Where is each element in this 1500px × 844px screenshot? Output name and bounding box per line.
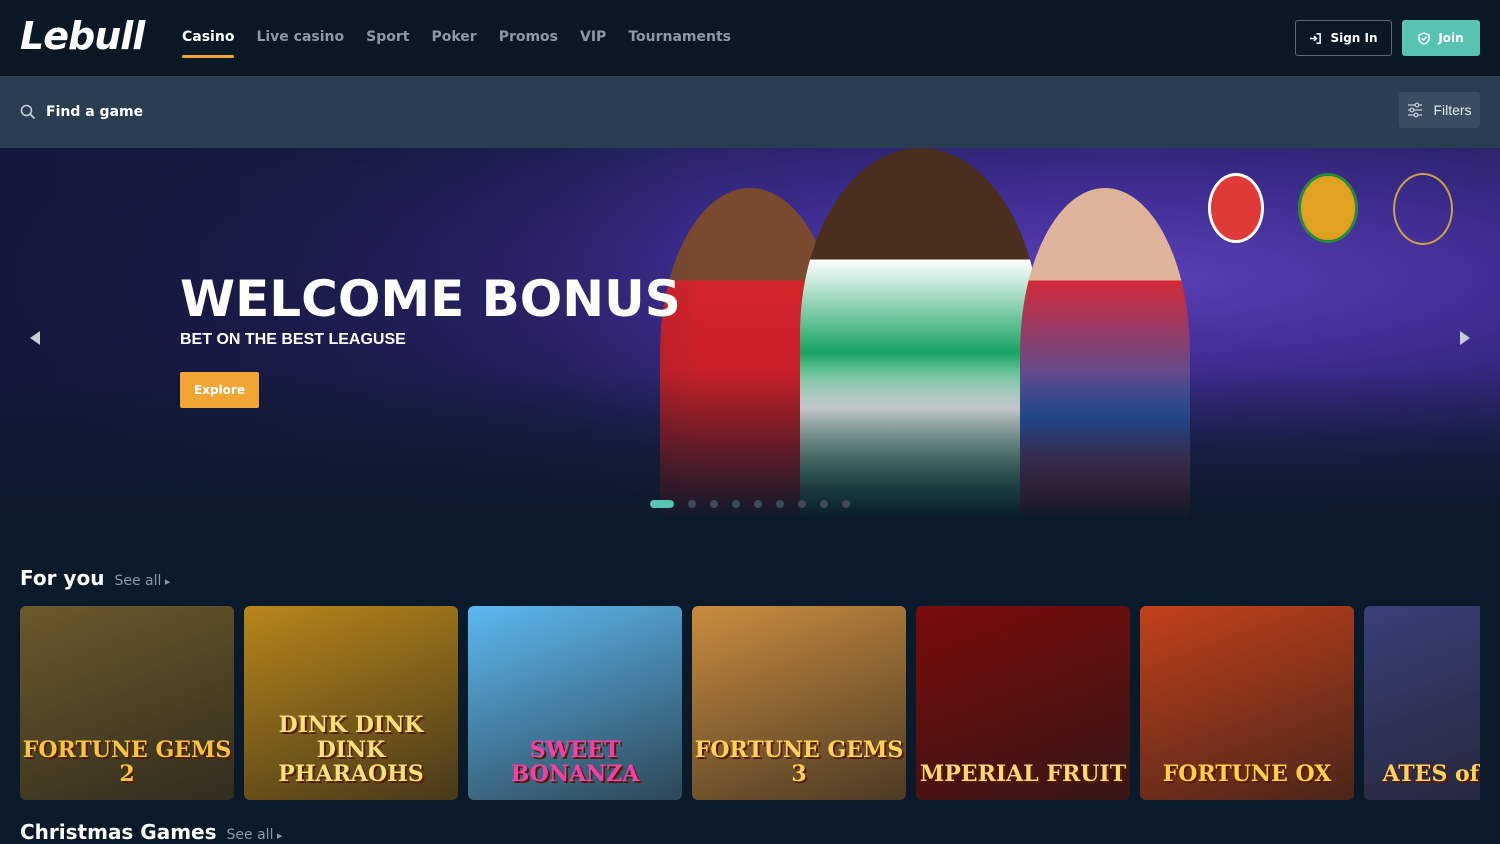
nav-sport[interactable]: Sport <box>366 0 409 76</box>
game-tile[interactable]: DINK DINK DINK PHARAOHS <box>244 606 458 800</box>
sign-in-icon <box>1310 32 1322 44</box>
join-button[interactable]: Join <box>1402 20 1480 56</box>
lebull-logo[interactable]: Lebull <box>20 14 145 58</box>
game-title: FORTUNE GEMS 2 <box>22 736 232 787</box>
game-tile[interactable]: MPERIAL FRUIT <box>916 606 1130 800</box>
filters-label: Filters <box>1433 102 1472 118</box>
shield-icon <box>1418 31 1431 45</box>
section-for-you-header: For you See all <box>20 566 170 590</box>
see-all-link[interactable]: See all <box>227 827 283 843</box>
sign-in-label: Sign In <box>1330 31 1378 45</box>
carousel-dot[interactable] <box>754 500 762 508</box>
game-title: ATES of O 100 <box>1382 760 1480 787</box>
game-search-input[interactable] <box>46 100 446 124</box>
search-icon <box>20 104 36 120</box>
carousel-prev-icon[interactable] <box>28 330 42 346</box>
game-title: DINK DINK DINK PHARAOHS <box>278 712 424 787</box>
carousel-dot[interactable] <box>688 500 696 508</box>
carousel-dot[interactable] <box>820 500 828 508</box>
see-all-link[interactable]: See all <box>114 573 170 589</box>
game-tile[interactable]: FORTUNE OX <box>1140 606 1354 800</box>
carousel-dot[interactable] <box>732 500 740 508</box>
game-tile[interactable]: FORTUNE GEMS 2 <box>20 606 234 800</box>
nav-tournaments[interactable]: Tournaments <box>628 0 731 76</box>
explore-button[interactable]: Explore <box>180 372 259 408</box>
carousel-next-icon[interactable] <box>1458 330 1472 346</box>
top-header: Lebull Casino Live casino Sport Poker Pr… <box>0 0 1500 76</box>
game-title: MPERIAL FRUIT <box>919 760 1127 787</box>
carousel-dot[interactable] <box>710 500 718 508</box>
game-title: SWEET BONANZA <box>510 736 640 787</box>
sign-in-button[interactable]: Sign In <box>1295 20 1392 56</box>
game-title: FORTUNE GEMS 3 <box>694 736 904 787</box>
game-tile[interactable]: SWEET BONANZA <box>468 606 682 800</box>
section-title: Christmas Games <box>20 820 217 844</box>
nav-promos[interactable]: Promos <box>499 0 558 76</box>
nav-poker[interactable]: Poker <box>431 0 476 76</box>
hero-title: WELCOME BONUS <box>180 270 681 328</box>
main-nav: Casino Live casino Sport Poker Promos VI… <box>182 0 731 76</box>
game-tile[interactable]: ATES of O 100 <box>1364 606 1480 800</box>
games-row: FORTUNE GEMS 2 DINK DINK DINK PHARAOHS SWE… <box>20 606 1480 800</box>
carousel-dot[interactable] <box>798 500 806 508</box>
game-title: FORTUNE OX <box>1162 760 1332 787</box>
section-christmas-header: Christmas Games See all <box>20 820 282 844</box>
carousel-dot[interactable] <box>650 500 674 508</box>
hero-subtitle: BET ON THE BEST LEAGUSE <box>180 331 406 348</box>
carousel-dot[interactable] <box>842 500 850 508</box>
filters-button[interactable]: Filters <box>1399 92 1480 128</box>
carousel-dot[interactable] <box>776 500 784 508</box>
nav-vip[interactable]: VIP <box>580 0 606 76</box>
nav-casino[interactable]: Casino <box>182 0 235 76</box>
join-label: Join <box>1438 31 1464 45</box>
game-tile[interactable]: FORTUNE GEMS 3 <box>692 606 906 800</box>
carousel-dots <box>650 500 850 508</box>
sliders-icon <box>1408 102 1423 118</box>
section-title: For you <box>20 566 105 590</box>
nav-live-casino[interactable]: Live casino <box>256 0 344 76</box>
